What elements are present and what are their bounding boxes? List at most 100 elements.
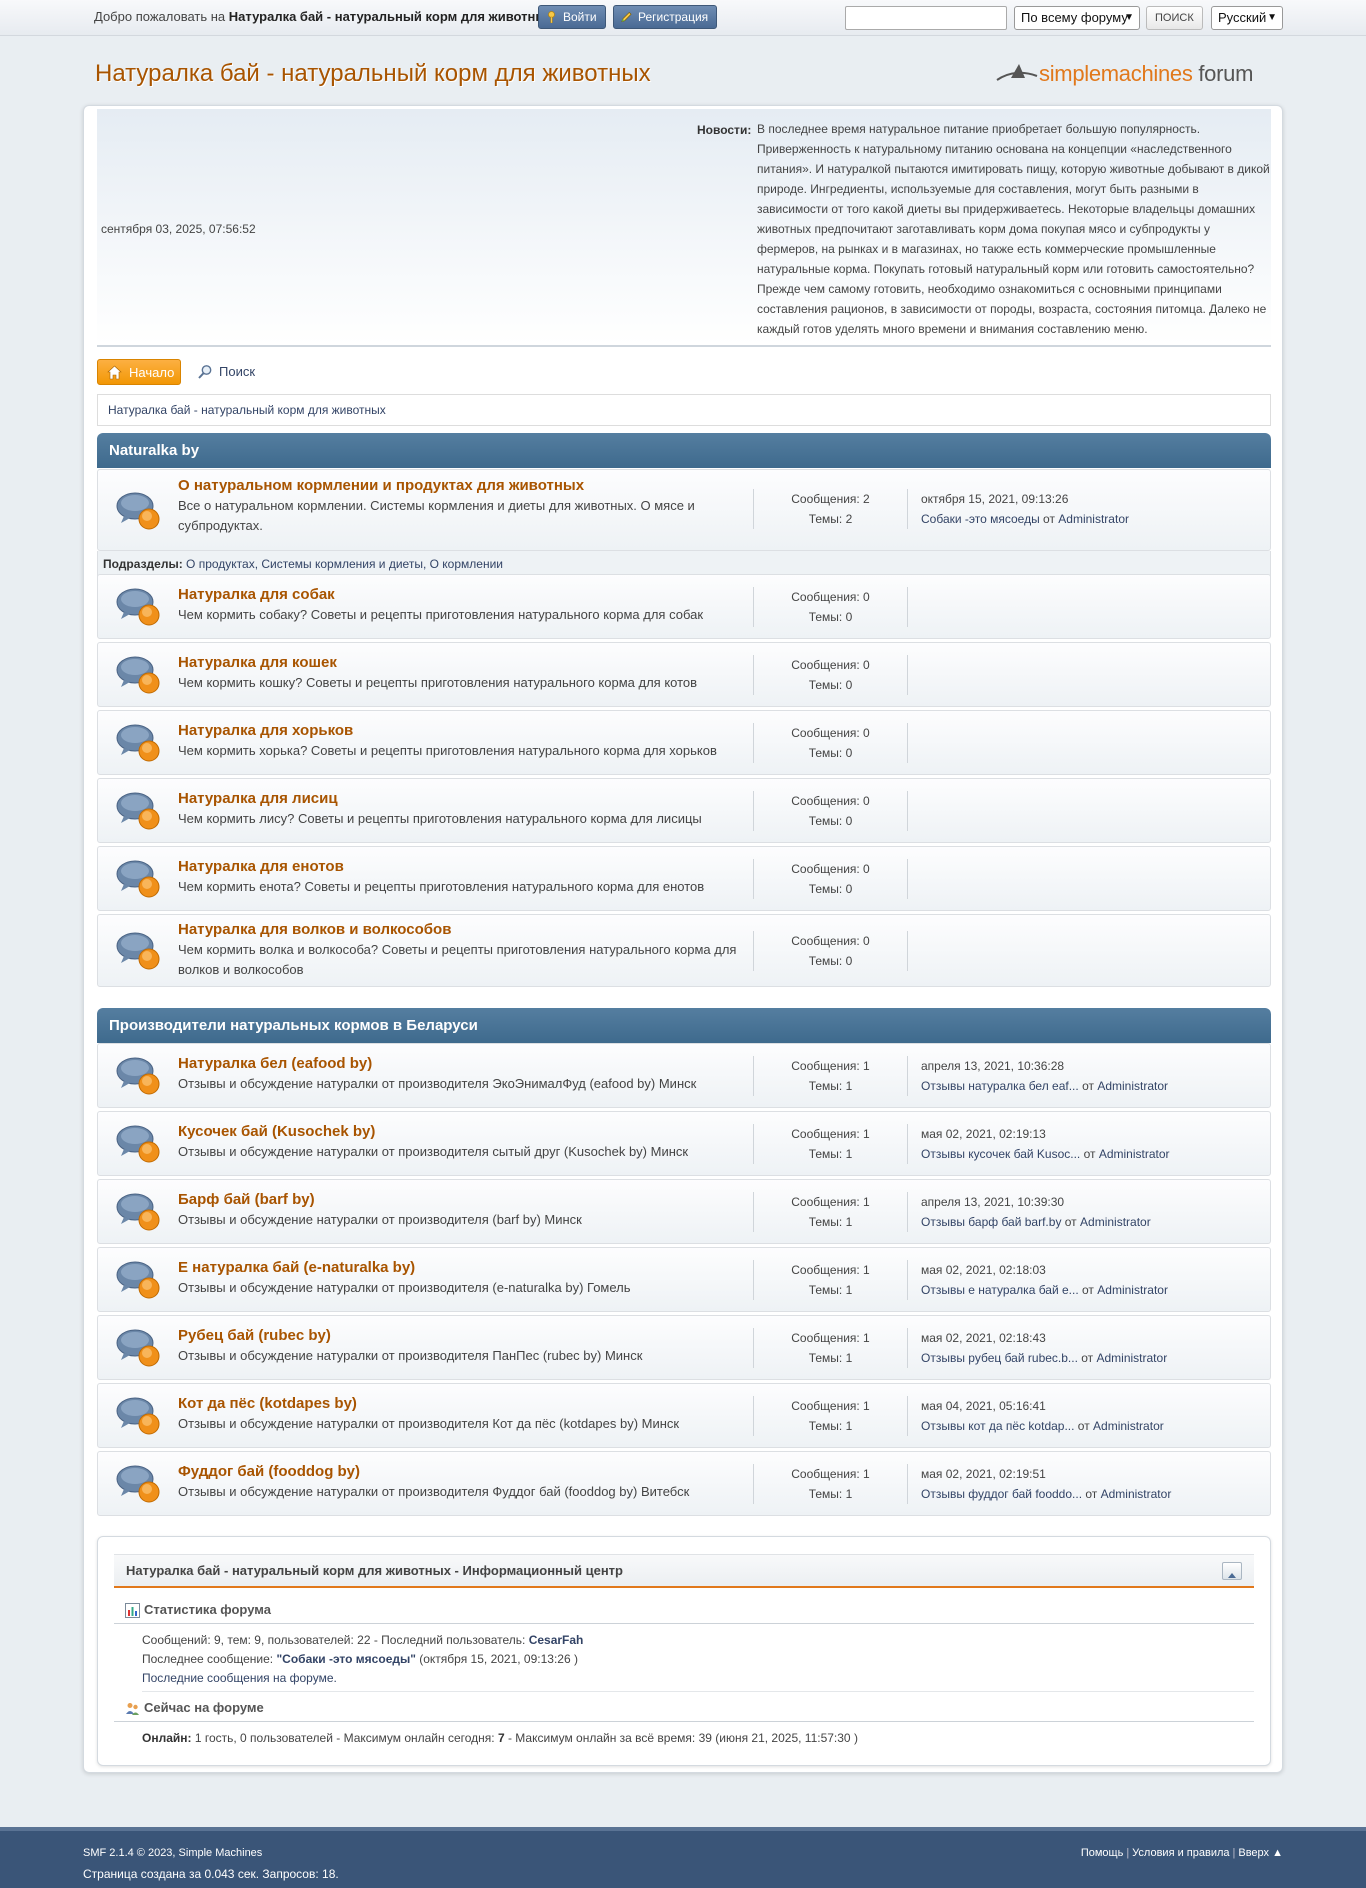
board-stats: Сообщения: 2 Темы: 2: [753, 489, 908, 529]
board-description: Отзывы и обсуждение натуралки от произво…: [178, 1076, 697, 1091]
search-input[interactable]: [845, 6, 1007, 30]
last-post-topic-link[interactable]: Отзывы кот да пёс kotdap...: [921, 1419, 1074, 1433]
forum-title[interactable]: Натуралка бай - натуральный корм для жив…: [95, 60, 651, 88]
last-post-user-link[interactable]: Administrator: [1058, 512, 1129, 526]
simple-machines-link[interactable]: Simple Machines: [179, 1847, 263, 1859]
board-name[interactable]: О натуральном кормлении и продуктах для …: [178, 477, 584, 494]
board-name[interactable]: Кот да пёс (kotdapes by): [178, 1395, 357, 1412]
board-row: Натуралка для собак Чем кормить собаку? …: [97, 574, 1271, 639]
last-post-topic-link[interactable]: Отзывы рубец бай rubec.b...: [921, 1351, 1078, 1365]
board-name[interactable]: Барф бай (barf by): [178, 1191, 315, 1208]
board-description: Чем кормить собаку? Советы и рецепты при…: [178, 607, 704, 622]
last-post: октября 15, 2021, 09:13:26 Собаки -это мя…: [921, 492, 1129, 526]
news-label: Новости:: [697, 123, 752, 137]
board-description: Отзывы и обсуждение натуралки от произво…: [178, 1348, 643, 1363]
register-button[interactable]: Регистрация: [613, 5, 718, 29]
back-to-top-link[interactable]: Вверх ▲: [1238, 1847, 1283, 1859]
board-name[interactable]: Натуралка для хорьков: [178, 722, 353, 739]
last-post-topic-link[interactable]: Отзывы натуралка бел eaf...: [921, 1079, 1079, 1093]
terms-link[interactable]: Условия и правила: [1132, 1847, 1229, 1859]
news-text: В последнее время натуральное питание пр…: [757, 122, 1270, 336]
collapse-button[interactable]: [1222, 1562, 1242, 1580]
info-center-title: Натуралка бай - натуральный корм для жив…: [114, 1554, 1254, 1588]
recent-posts-link[interactable]: Последние сообщения на форуме.: [142, 1671, 337, 1685]
category-header-naturalka[interactable]: Naturalka by: [97, 433, 1271, 468]
last-post-topic-link[interactable]: Отзывы кусочек бай Kusoc...: [921, 1147, 1080, 1161]
last-post-topic-link[interactable]: Отзывы фуддог бай fooddo...: [921, 1487, 1082, 1501]
board-name[interactable]: Кусочек бай (Kusochek by): [178, 1123, 375, 1140]
stats-chart-icon: [125, 1603, 140, 1618]
chevron-down-icon: ▼: [1124, 12, 1134, 23]
last-post-user-link[interactable]: Administrator: [1097, 1283, 1168, 1297]
child-boards-links[interactable]: О продуктах, Системы кормления и диеты, …: [186, 557, 503, 571]
board-row: Натуралка для кошек Чем кормить кошку? С…: [97, 642, 1271, 707]
last-post: мая 02, 2021, 02:18:03 Отзывы е натуралка…: [921, 1263, 1168, 1297]
board-icon: [116, 1465, 160, 1503]
board-name[interactable]: Е натуралка бай (e-naturalka by): [178, 1259, 415, 1276]
last-post-user-link[interactable]: Administrator: [1093, 1419, 1164, 1433]
board-icon: [116, 1193, 160, 1231]
last-post-user-link[interactable]: Administrator: [1097, 1351, 1168, 1365]
board-description: Чем кормить лису? Советы и рецепты приго…: [178, 811, 702, 826]
top-bar: Добро пожаловать на Натуралка бай - нату…: [0, 0, 1366, 36]
board-name[interactable]: Рубец бай (rubec by): [178, 1327, 331, 1344]
board-icon: [116, 724, 160, 762]
home-icon: [107, 365, 122, 380]
login-button[interactable]: Войти: [538, 5, 606, 29]
search-menu-link[interactable]: Поиск: [197, 359, 255, 385]
home-button[interactable]: Начало: [97, 359, 181, 385]
board-stats: Сообщения: 1 Темы: 1: [753, 1328, 908, 1368]
upper-section: сентября 03, 2025, 07:56:52 Новости: В п…: [97, 109, 1271, 347]
search-scope-select[interactable]: По всему форуму ▼: [1014, 6, 1140, 30]
help-link[interactable]: Помощь: [1081, 1847, 1124, 1859]
last-post-user-link[interactable]: Administrator: [1097, 1079, 1168, 1093]
board-name[interactable]: Фуддог бай (fooddog by): [178, 1463, 360, 1480]
latest-member-link[interactable]: CesarFah: [529, 1633, 584, 1647]
footer-links: Помощь | Условия и правила | Вверх ▲: [1080, 1847, 1283, 1859]
category-header-producers[interactable]: Производители натуральных кормов в Белар…: [97, 1008, 1271, 1043]
board-description: Чем кормить волка и волкособа? Советы и …: [178, 942, 737, 977]
board-name[interactable]: Натуралка для енотов: [178, 858, 344, 875]
welcome-message: Добро пожаловать на Натуралка бай - нату…: [94, 9, 557, 24]
board-stats: Сообщения: 1 Темы: 1: [753, 1464, 908, 1504]
smf-logo[interactable]: simplemachines forum: [995, 56, 1271, 90]
board-row: Фуддог бай (fooddog by) Отзывы и обсужде…: [97, 1451, 1271, 1516]
board-name[interactable]: Натуралка бел (eafood by): [178, 1055, 372, 1072]
board-name[interactable]: Натуралка для кошек: [178, 654, 337, 671]
last-post-topic-link[interactable]: Отзывы е натуралка бай е...: [921, 1283, 1079, 1297]
stats-summary: Сообщений: 9, тем: 9, пользователей: 22 …: [142, 1633, 584, 1647]
board-icon: [116, 792, 160, 830]
breadcrumb[interactable]: Натуралка бай - натуральный корм для жив…: [97, 394, 1271, 426]
last-post-user-link[interactable]: Administrator: [1101, 1487, 1172, 1501]
last-post-link[interactable]: "Собаки -это мясоеды": [276, 1652, 415, 1666]
board-description: Отзывы и обсуждение натуралки от произво…: [178, 1416, 680, 1431]
last-post-topic-link[interactable]: Собаки -это мясоеды: [921, 512, 1040, 526]
board-description: Чем кормить енота? Советы и рецепты приг…: [178, 879, 705, 894]
board-row: Е натуралка бай (e-naturalka by) Отзывы …: [97, 1247, 1271, 1312]
last-post: мая 02, 2021, 02:19:51 Отзывы фуддог бай …: [921, 1467, 1172, 1501]
board-stats: Сообщения: 1 Темы: 1: [753, 1124, 908, 1164]
board-row: Кот да пёс (kotdapes by) Отзывы и обсужд…: [97, 1383, 1271, 1448]
board-stats: Сообщения: 1 Темы: 1: [753, 1056, 908, 1096]
last-post-user-link[interactable]: Administrator: [1099, 1147, 1170, 1161]
board-stats: Сообщения: 0 Темы: 0: [753, 931, 908, 971]
board-name[interactable]: Натуралка для собак: [178, 586, 335, 603]
board-row: Натуралка для енотов Чем кормить енота? …: [97, 846, 1271, 911]
board-icon: [116, 860, 160, 898]
board-icon: [116, 1329, 160, 1367]
board-icon: [116, 492, 160, 530]
last-post-user-link[interactable]: Administrator: [1080, 1215, 1151, 1229]
board-name[interactable]: Натуралка для лисиц: [178, 790, 338, 807]
last-post: мая 02, 2021, 02:19:13 Отзывы кусочек бай…: [921, 1127, 1170, 1161]
key-icon: [548, 11, 555, 23]
search-button[interactable]: ПОИСК: [1146, 6, 1203, 30]
language-select[interactable]: Русский ▼: [1211, 6, 1283, 30]
last-post: апреля 13, 2021, 10:39:30 Отзывы барф бай…: [921, 1195, 1151, 1229]
board-name[interactable]: Натуралка для волков и волкособов: [178, 921, 451, 938]
pencil-icon: [621, 11, 632, 23]
page-generation-stats: Страница создана за 0.043 сек. Запросов:…: [83, 1867, 339, 1881]
copyright: SMF 2.1.4 © 2023, Simple Machines: [83, 1847, 263, 1859]
last-post-topic-link[interactable]: Отзывы барф бай barf.by: [921, 1215, 1061, 1229]
last-post: мая 04, 2021, 05:16:41 Отзывы кот да пёс …: [921, 1399, 1164, 1433]
footer: SMF 2.1.4 © 2023, Simple Machines Страни…: [0, 1827, 1366, 1888]
